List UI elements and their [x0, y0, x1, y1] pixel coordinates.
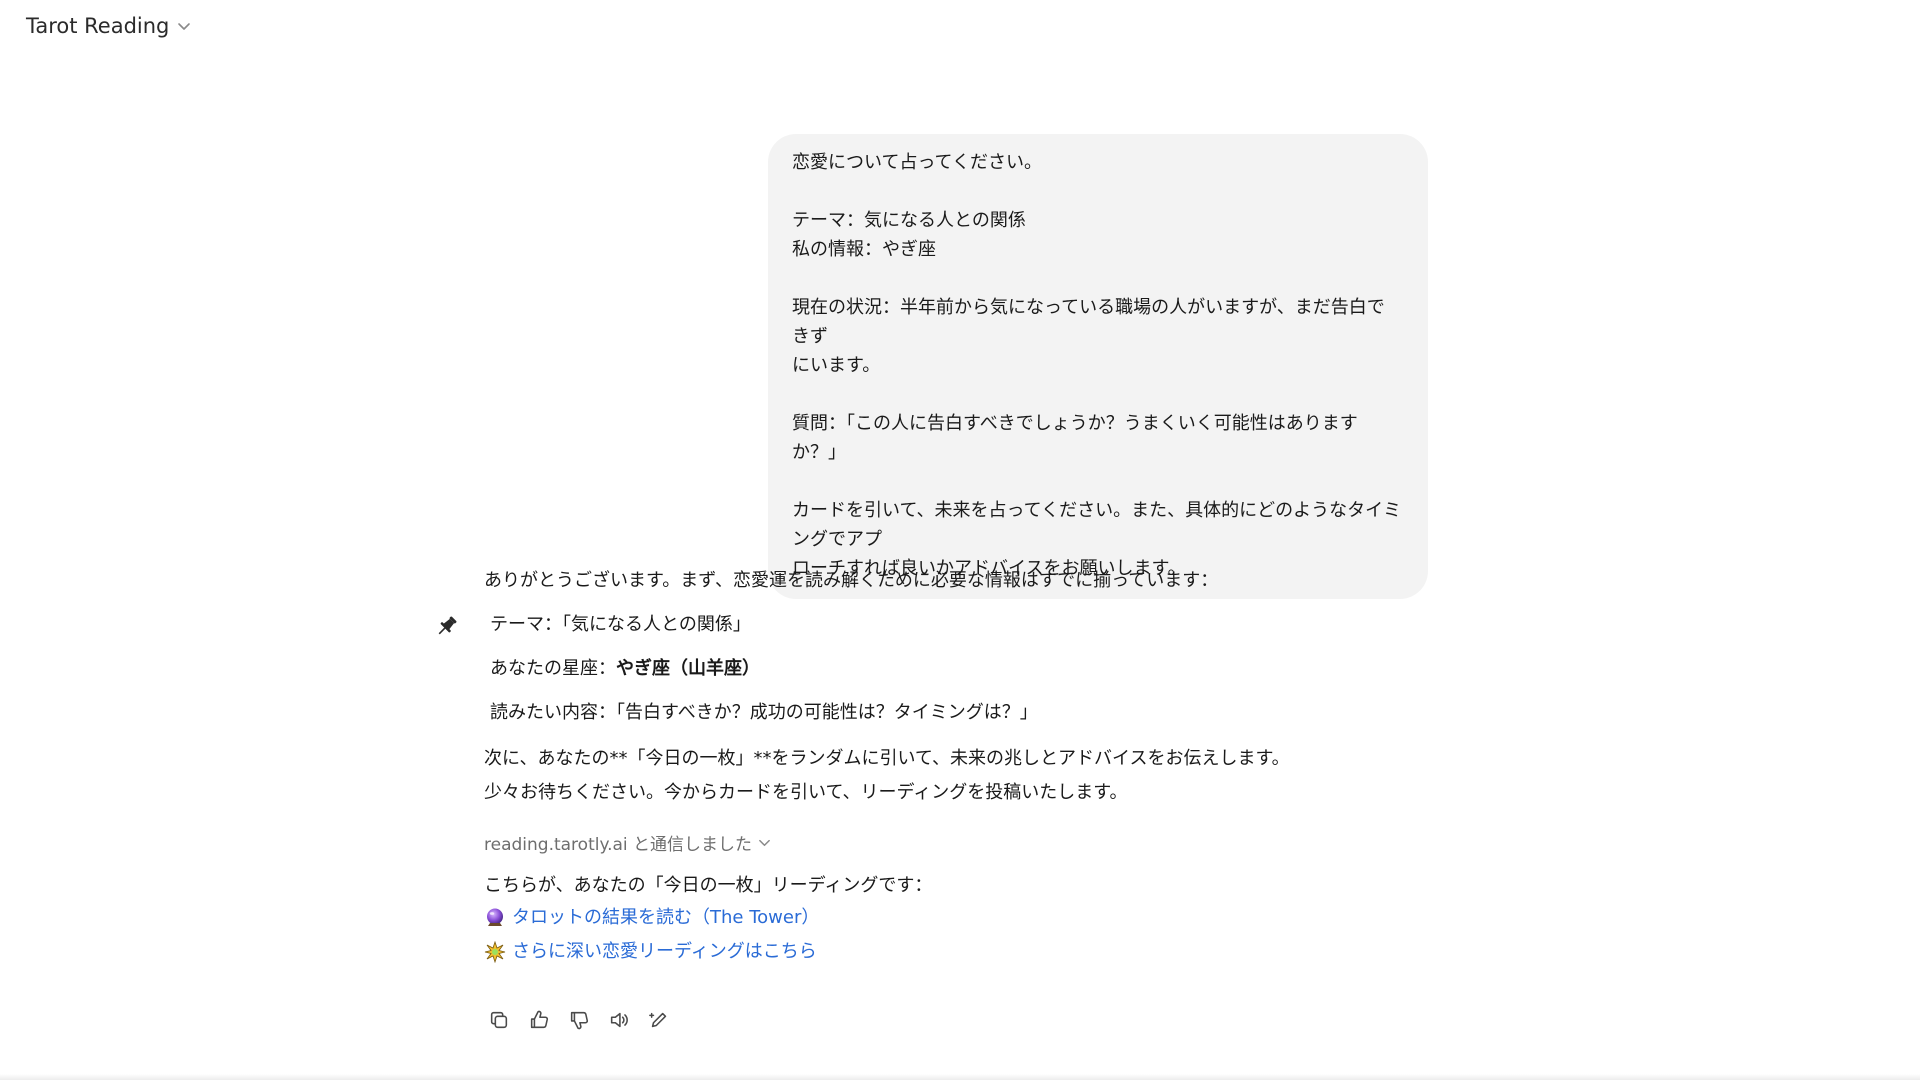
tarot-result-link-text: タロットの結果を読む（The Tower）: [512, 907, 820, 928]
deeper-reading-link[interactable]: さらに深い恋愛リーディングはこちら: [484, 935, 817, 969]
message-actions: [484, 1005, 1304, 1035]
paragraph-line: 次に、あなたの**「今日の一枚」**をランダムに引いて、未来の兆しとアドバイスを…: [484, 748, 1290, 769]
pin-item-want: 読みたい内容：「告白すべきか？成功の可能性は？タイミングは？」: [490, 702, 1038, 723]
user-message-bubble: 恋愛について占ってください。 テーマ：気になる人との関係 私の情報：やぎ座 現在…: [768, 134, 1428, 599]
pin-list: テーマ：「気になる人との関係」 あなたの星座：やぎ座（山羊座） 読みたい内容：「…: [438, 610, 1304, 728]
copy-button[interactable]: [484, 1005, 514, 1035]
sign-value: やぎ座（山羊座）: [616, 658, 760, 679]
assistant-paragraph: 次に、あなたの**「今日の一枚」**をランダムに引いて、未来の兆しとアドバイスを…: [484, 742, 1304, 810]
chat-page: Tarot Reading 恋愛について占ってください。 テーマ：気になる人との…: [0, 0, 1920, 1080]
deeper-reading-link-text: さらに深い恋愛リーディングはこちら: [512, 941, 817, 962]
read-aloud-button[interactable]: [604, 1005, 634, 1035]
chevron-down-icon: [177, 19, 191, 33]
user-message-line: にいます。: [792, 355, 881, 376]
model-selector[interactable]: Tarot Reading: [22, 10, 195, 42]
user-message-line: テーマ：気になる人との関係: [792, 210, 1026, 231]
thumbs-up-icon: [530, 1010, 549, 1029]
thumbs-down-icon: [570, 1011, 589, 1030]
pin-item-sign: あなたの星座：やぎ座（山羊座）: [484, 654, 1304, 684]
tarot-result-link[interactable]: タロットの結果を読む（The Tower）: [484, 901, 819, 935]
pin-item-theme: テーマ：「気になる人との関係」: [490, 614, 751, 635]
tool-call-toggle[interactable]: reading.tarotly.ai と通信しました: [484, 830, 771, 855]
user-message-line: 質問：「この人に告白すべきでしょうか？うまくいく可能性はありますか？」: [792, 413, 1358, 463]
result-intro: こちらが、あなたの「今日の一枚」リーディングです：: [484, 875, 933, 896]
sign-label: あなたの星座：: [490, 658, 616, 679]
chat-title: Tarot Reading: [26, 14, 170, 38]
edit-canvas-button[interactable]: [644, 1005, 674, 1035]
edit-icon: [649, 1012, 667, 1028]
crystal-ball-icon: [484, 907, 506, 929]
tool-status-text: reading.tarotly.ai と通信しました: [484, 835, 753, 855]
assistant-message: ありがとうございます。まず、恋愛運を読み解くために必要な情報はすでに揃っています…: [438, 566, 1304, 1035]
speaker-icon: [610, 1012, 628, 1028]
user-message-line: 現在の状況：半年前から気になっている職場の人がいますが、まだ告白できず: [792, 297, 1385, 347]
chevron-down-icon: [758, 836, 771, 849]
sparkle-icon: [484, 941, 506, 963]
user-message-line: 恋愛について占ってください。: [792, 152, 1043, 173]
thumbs-up-button[interactable]: [524, 1005, 554, 1035]
copy-icon: [490, 1011, 508, 1029]
pushpin-icon: [434, 613, 460, 639]
paragraph-line: 少々お待ちください。今からカードを引いて、リーディングを投稿いたします。: [484, 782, 1128, 803]
thumbs-down-button[interactable]: [564, 1005, 594, 1035]
assistant-intro: ありがとうございます。まず、恋愛運を読み解くために必要な情報はすでに揃っています…: [484, 570, 1219, 591]
user-message-line: 私の情報：やぎ座: [792, 239, 936, 260]
user-message-line: カードを引いて、未来を占ってください。また、具体的にどのようなタイミングでアプ: [792, 500, 1402, 550]
bottom-edge: [0, 1074, 1920, 1080]
